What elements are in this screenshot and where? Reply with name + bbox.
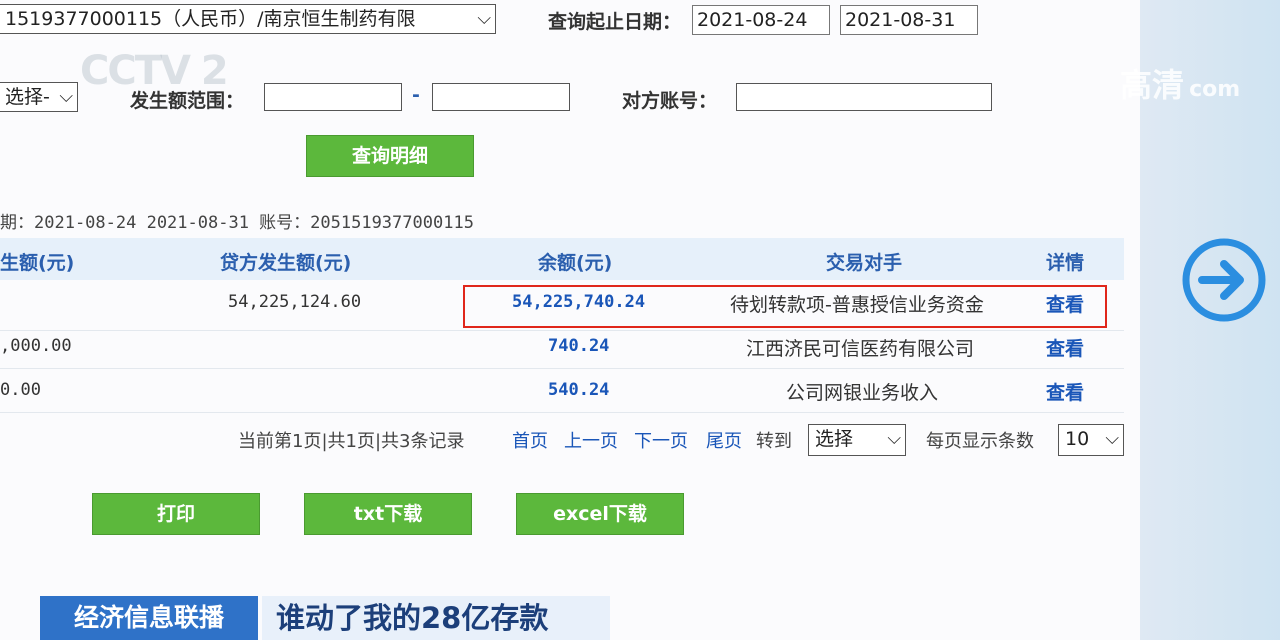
amount-max-input[interactable]	[432, 83, 570, 111]
pagination-status: 当前第1页|共1页|共3条记录	[238, 431, 465, 452]
goto-page-select[interactable]: 选择 ⌵	[808, 424, 906, 456]
hd-logo: 高清 com	[1120, 60, 1240, 106]
start-date-field[interactable]: 2021-08-24	[692, 5, 830, 35]
col-header-balance: 余额(元)	[538, 252, 613, 274]
type-select-value: 选择-	[5, 86, 50, 108]
query-details-button[interactable]: 查询明细	[306, 135, 474, 177]
row-divider	[0, 330, 1124, 331]
range-dash: -	[412, 84, 420, 106]
row-divider	[0, 412, 1124, 413]
end-date-field[interactable]: 2021-08-31	[840, 5, 978, 35]
row2-debit: ,000.00	[0, 336, 72, 356]
last-page-link[interactable]: 尾页	[706, 427, 742, 453]
goto-label: 转到	[756, 431, 792, 452]
row1-credit: 54,225,124.60	[228, 292, 362, 312]
row3-counterparty: 公司网银业务收入	[786, 382, 939, 404]
chevron-down-icon: ⌵	[59, 86, 73, 107]
col-header-debit: 生额(元)	[0, 252, 75, 274]
counterparty-account-input[interactable]	[736, 83, 992, 111]
col-header-detail: 详情	[1046, 252, 1085, 274]
chevron-down-icon: ⌵	[477, 8, 491, 29]
per-page-value: 10	[1065, 428, 1090, 450]
col-header-credit: 贷方发生额(元)	[220, 252, 352, 274]
per-page-select[interactable]: 10 ⌵	[1058, 424, 1124, 456]
txt-download-button[interactable]: txt下载	[304, 493, 472, 535]
arrow-right-circle-icon[interactable]	[1180, 236, 1268, 324]
account-select[interactable]: 1519377000115（人民币）/南京恒生制药有限 ⌵	[0, 4, 496, 34]
goto-select-value: 选择	[815, 428, 854, 450]
per-page-label: 每页显示条数	[926, 431, 1034, 452]
chevron-down-icon: ⌵	[1105, 428, 1119, 449]
headline-banner: 谁动了我的28亿存款	[262, 596, 610, 640]
excel-download-button[interactable]: excel下载	[516, 493, 684, 535]
hd-logo-sub: com	[1189, 77, 1241, 102]
statement-summary: 期：2021-08-24 2021-08-31 账号：2051519377000…	[0, 213, 474, 233]
row3-debit: 0.00	[0, 380, 41, 400]
type-select[interactable]: 选择- ⌵	[0, 82, 78, 112]
amount-min-input[interactable]	[264, 83, 402, 111]
account-select-value: 1519377000115（人民币）/南京恒生制药有限	[5, 8, 416, 30]
row-divider	[0, 368, 1124, 369]
row3-balance: 540.24	[548, 380, 610, 400]
prev-page-link[interactable]: 上一页	[564, 427, 618, 453]
print-button[interactable]: 打印	[92, 493, 260, 535]
counterparty-account-label: 对方账号：	[622, 90, 718, 112]
chevron-down-icon: ⌵	[887, 428, 901, 449]
row3-view-link[interactable]: 查看	[1046, 378, 1084, 405]
row2-balance: 740.24	[548, 336, 610, 356]
cctv2-logo: CCTV 2	[80, 48, 229, 94]
row2-counterparty: 江西济民可信医药有限公司	[746, 338, 975, 360]
row2-view-link[interactable]: 查看	[1046, 334, 1084, 361]
highlight-box	[463, 285, 1107, 328]
program-name-banner: 经济信息联播	[40, 596, 258, 640]
bank-statement-page: 1519377000115（人民币）/南京恒生制药有限 ⌵ 查询起止日期： 20…	[0, 0, 1140, 640]
next-page-link[interactable]: 下一页	[634, 427, 688, 453]
first-page-link[interactable]: 首页	[512, 427, 548, 453]
col-header-counterparty: 交易对手	[826, 252, 903, 274]
hd-logo-text: 高清	[1120, 66, 1185, 104]
date-range-label: 查询起止日期：	[548, 11, 682, 33]
